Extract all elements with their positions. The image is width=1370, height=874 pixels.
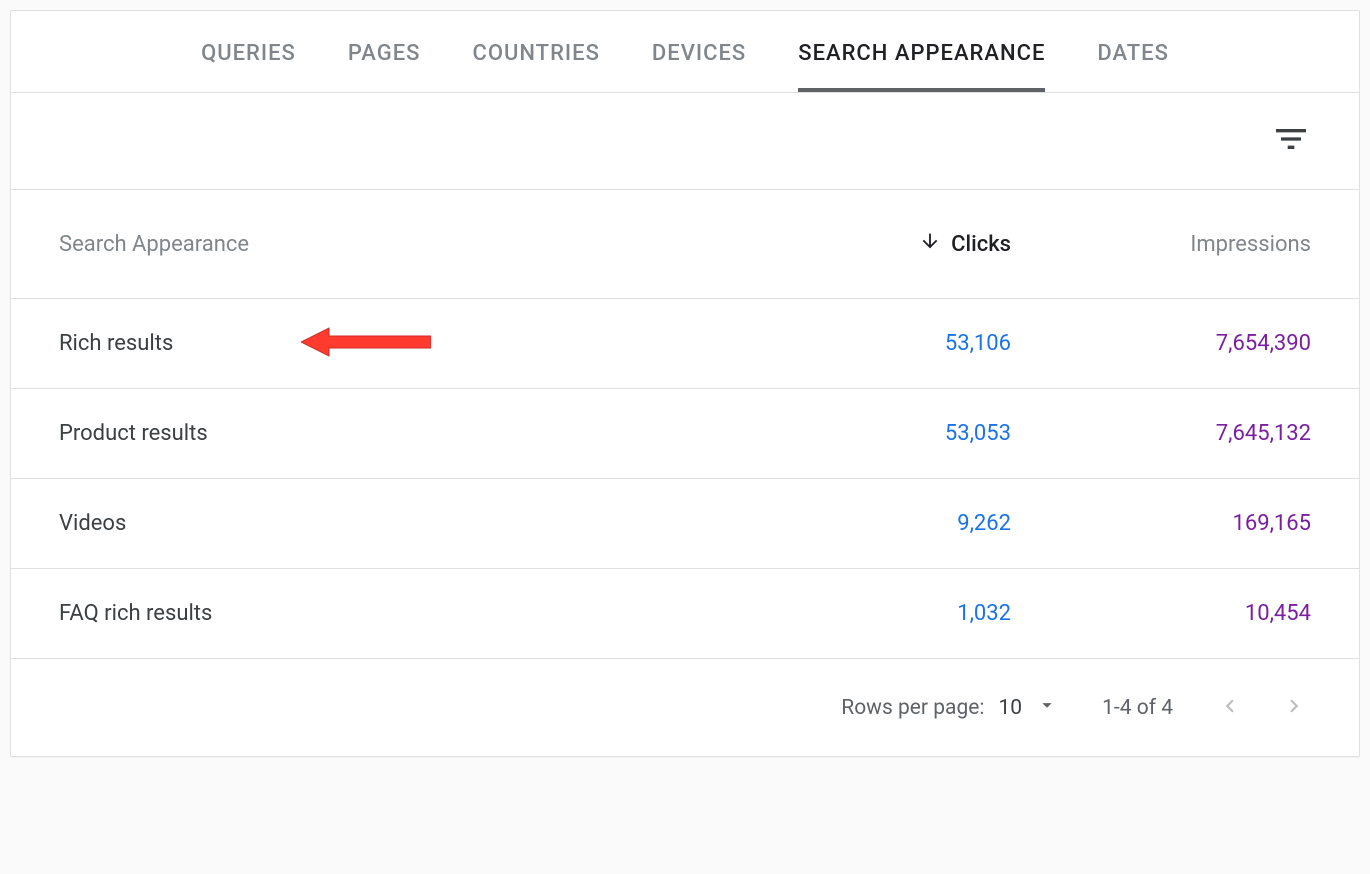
search-appearance-card: QUERIES PAGES COUNTRIES DEVICES SEARCH A… [10, 10, 1360, 757]
page-range: 1-4 of 4 [1102, 696, 1173, 720]
arrow-drop-down-icon[interactable] [1036, 694, 1058, 722]
column-header-impressions[interactable]: Impressions [1011, 232, 1311, 257]
table-row[interactable]: Product results 53,053 7,645,132 [11, 389, 1359, 479]
tab-countries[interactable]: COUNTRIES [472, 11, 599, 92]
row-clicks: 53,053 [731, 421, 1011, 446]
row-name: FAQ rich results [59, 601, 731, 626]
row-impressions: 7,654,390 [1011, 331, 1311, 356]
tabs-bar: QUERIES PAGES COUNTRIES DEVICES SEARCH A… [11, 11, 1359, 93]
filter-bar [11, 93, 1359, 190]
row-clicks: 9,262 [731, 511, 1011, 536]
table-header-row: Search Appearance Clicks Impressions [11, 190, 1359, 299]
table-row[interactable]: Rich results 53,106 7,654,390 [11, 299, 1359, 389]
row-name: Rich results [59, 331, 731, 356]
row-clicks: 1,032 [731, 601, 1011, 626]
table-row[interactable]: Videos 9,262 169,165 [11, 479, 1359, 569]
tab-pages[interactable]: PAGES [348, 11, 421, 92]
tab-devices[interactable]: DEVICES [652, 11, 746, 92]
prev-page-button[interactable] [1213, 689, 1247, 726]
column-header-clicks-label: Clicks [951, 232, 1011, 257]
pagination-bar: Rows per page: 10 1-4 of 4 [11, 659, 1359, 756]
tab-dates[interactable]: DATES [1097, 11, 1169, 92]
chevron-right-icon [1281, 707, 1307, 722]
arrow-downward-icon [919, 230, 941, 258]
rows-per-page-label: Rows per page: [841, 696, 984, 720]
next-page-button[interactable] [1277, 689, 1311, 726]
column-header-clicks[interactable]: Clicks [731, 230, 1011, 258]
filter-icon[interactable] [1271, 119, 1311, 163]
row-impressions: 7,645,132 [1011, 421, 1311, 446]
chevron-left-icon [1217, 707, 1243, 722]
column-header-name[interactable]: Search Appearance [59, 232, 731, 257]
tab-queries[interactable]: QUERIES [201, 11, 296, 92]
row-name: Product results [59, 421, 731, 446]
rows-per-page: Rows per page: 10 [841, 694, 1058, 722]
row-name: Videos [59, 511, 731, 536]
row-impressions: 169,165 [1011, 511, 1311, 536]
pager [1213, 689, 1311, 726]
table-row[interactable]: FAQ rich results 1,032 10,454 [11, 569, 1359, 659]
tab-search-appearance[interactable]: SEARCH APPEARANCE [798, 11, 1045, 92]
rows-per-page-value[interactable]: 10 [998, 696, 1022, 720]
row-clicks: 53,106 [731, 331, 1011, 356]
row-impressions: 10,454 [1011, 601, 1311, 626]
